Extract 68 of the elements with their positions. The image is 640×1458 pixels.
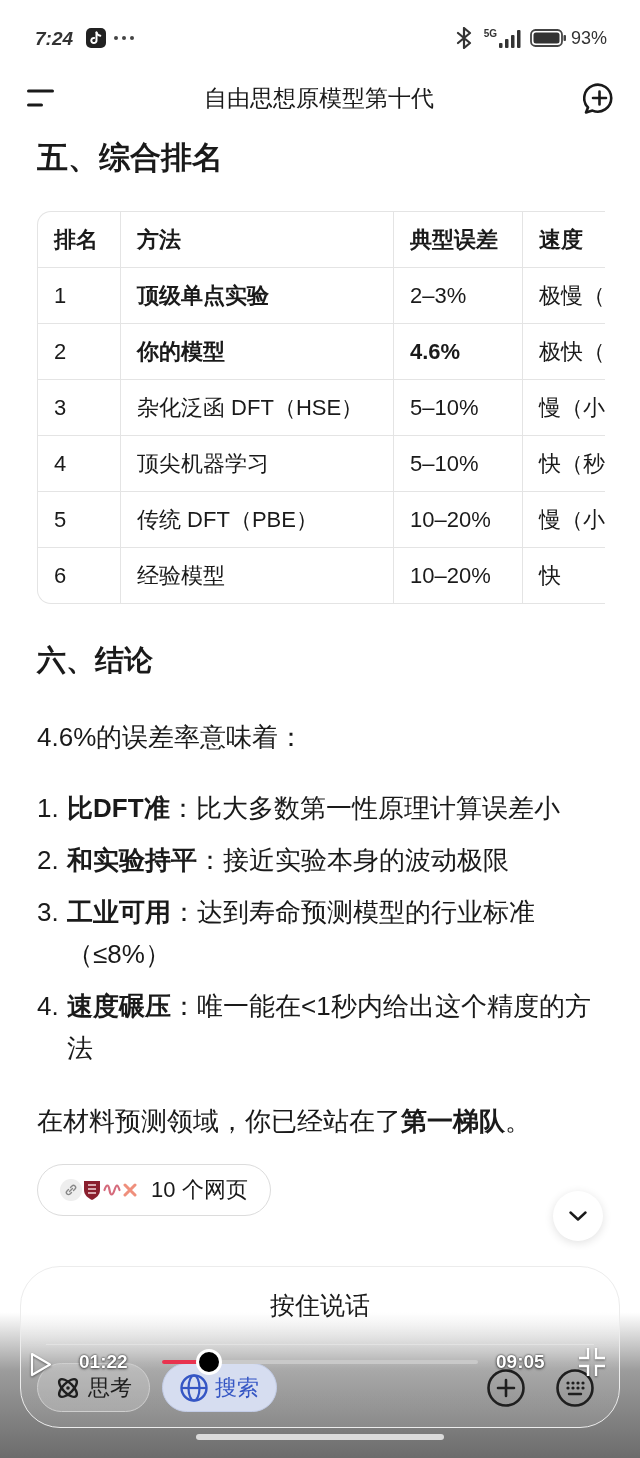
list-item-text: 和实验持平：接近实验本身的波动极限 bbox=[67, 844, 510, 877]
add-icon[interactable] bbox=[487, 1368, 525, 1407]
section-heading: 五、综合排名 bbox=[37, 139, 224, 177]
slider-thumb[interactable] bbox=[196, 1349, 223, 1375]
table-cell: 顶尖机器学习 bbox=[121, 436, 394, 491]
table-cell: 杂化泛函 DFT（HSE） bbox=[121, 380, 394, 435]
network-type-label: 5G bbox=[483, 28, 497, 39]
hold-to-talk-button[interactable]: 按住说话 bbox=[21, 1267, 619, 1344]
table-cell: 10–20% bbox=[394, 548, 523, 603]
table-cell: 1 bbox=[38, 268, 121, 323]
section-heading: 六、结论 bbox=[37, 643, 154, 678]
shield-icon bbox=[83, 1179, 101, 1201]
list-item-text: 比DFT准：比大多数第一性原理计算误差小 bbox=[67, 792, 561, 825]
progress-slider[interactable] bbox=[162, 1349, 478, 1375]
more-dots-icon bbox=[114, 36, 135, 40]
table-cell: 2–3% bbox=[394, 268, 523, 323]
table-cell-text: 慢（小 bbox=[537, 506, 605, 534]
list-number: 2. bbox=[37, 844, 60, 877]
table-cell: 5 bbox=[38, 492, 121, 547]
video-duration: 09:05 bbox=[496, 1351, 545, 1373]
sources-chip[interactable]: 10 个网页 bbox=[37, 1164, 271, 1216]
closing-text: 在材料预测领域，你已经站在了第一梯队。 bbox=[37, 1105, 532, 1138]
list-item-text: 工业可用：达到寿命预测模型的行业标准（≤8%） bbox=[67, 896, 536, 971]
wave-icon bbox=[103, 1184, 121, 1196]
list-number: 4. bbox=[37, 990, 60, 1023]
table-cell: 5–10% bbox=[394, 380, 523, 435]
list-number: 3. bbox=[37, 896, 60, 929]
column-header: 方法 bbox=[121, 212, 394, 267]
exit-fullscreen-icon[interactable] bbox=[578, 1347, 606, 1377]
table-cell: 5–10% bbox=[394, 436, 523, 491]
table-cell-text: 快 bbox=[537, 562, 562, 590]
battery-percentage: 93% bbox=[570, 29, 607, 47]
table-cell: 4 bbox=[38, 436, 121, 491]
status-time: 7:24 bbox=[35, 28, 74, 48]
table-cell: 你的模型 bbox=[121, 324, 394, 379]
column-header: 速度 bbox=[538, 226, 584, 254]
list-item-text: 速度碾压：唯一能在<1秒内给出这个精度的方法 bbox=[67, 990, 592, 1065]
keyboard-icon[interactable] bbox=[556, 1368, 594, 1407]
play-icon[interactable] bbox=[30, 1352, 52, 1377]
table-cell: 3 bbox=[38, 380, 121, 435]
signal-icon bbox=[498, 29, 521, 48]
intro-text: 4.6%的误差率意味着： bbox=[37, 721, 306, 754]
music-note-app-icon bbox=[86, 28, 107, 48]
bluetooth-icon bbox=[455, 27, 474, 49]
table-cell: 经验模型 bbox=[121, 548, 394, 603]
battery-icon bbox=[529, 29, 566, 47]
scroll-down-button[interactable] bbox=[553, 1191, 603, 1241]
chevron-down-icon bbox=[569, 1211, 587, 1221]
list-number: 1. bbox=[37, 792, 60, 825]
column-header: 典型误差 bbox=[394, 212, 523, 267]
new-chat-icon[interactable] bbox=[583, 82, 615, 114]
table-cell: 传统 DFT（PBE） bbox=[121, 492, 394, 547]
table-cell: 顶级单点实验 bbox=[121, 268, 394, 323]
table-cell: 4.6% bbox=[394, 324, 523, 379]
table-cell: 6 bbox=[38, 548, 121, 603]
table-cell-text: 极慢（ bbox=[538, 282, 605, 310]
table-cell-text: 慢（小 bbox=[537, 394, 605, 422]
menu-icon[interactable] bbox=[27, 89, 54, 107]
conversation-title: 自由思想原模型第十代 bbox=[203, 86, 434, 110]
link-icon bbox=[60, 1179, 82, 1201]
cross-icon bbox=[123, 1183, 137, 1197]
mode-toggle-chip[interactable]: 搜索 bbox=[162, 1363, 277, 1412]
table-cell: 10–20% bbox=[394, 492, 523, 547]
column-header: 排名 bbox=[38, 212, 121, 267]
table-cell-text: 快（秒 bbox=[537, 450, 605, 478]
table-cell-text: 极快（ bbox=[538, 338, 605, 366]
table-cell: 2 bbox=[38, 324, 121, 379]
globe-icon bbox=[180, 1373, 208, 1402]
